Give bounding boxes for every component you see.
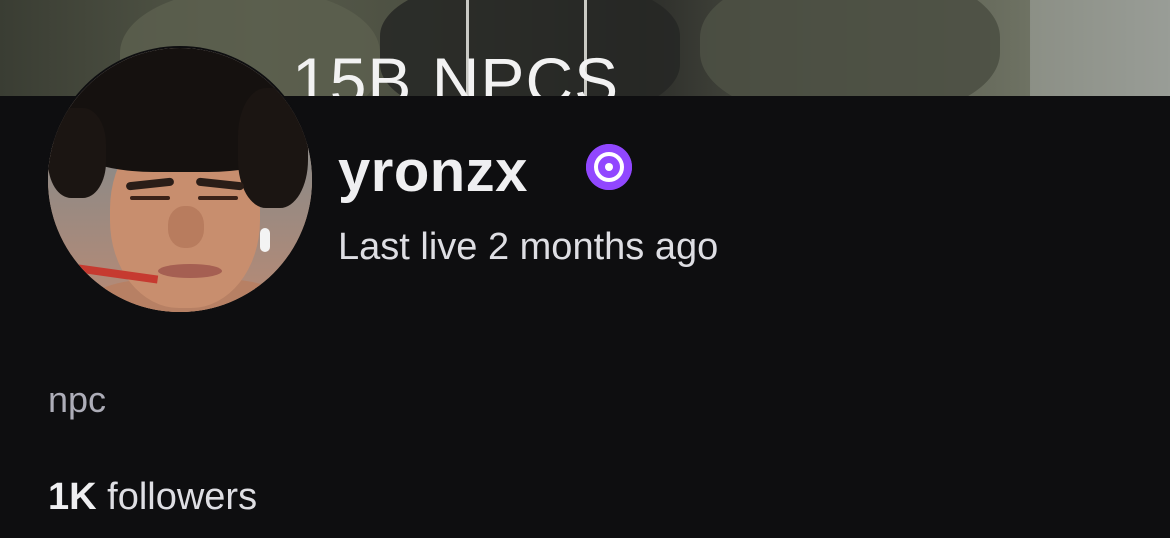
banner-overlay-text: 15B NPCS: [292, 44, 620, 96]
followers-number: 1K: [48, 476, 97, 518]
channel-profile-page: 15B NPCS yronzx Last live 2 months ago n…: [0, 0, 1170, 538]
channel-bio: npc: [48, 379, 107, 420]
last-live-status: Last live 2 months ago: [338, 226, 719, 268]
music-disc-icon[interactable]: [586, 144, 632, 190]
channel-name[interactable]: yronzx: [338, 142, 528, 202]
followers-label: followers: [107, 476, 258, 518]
channel-avatar[interactable]: [48, 48, 312, 312]
followers-count[interactable]: 1K followers: [48, 476, 257, 518]
banner-photo-shape: [1030, 0, 1170, 96]
banner-photo-shape: [700, 0, 1000, 96]
music-disc-icon-glyph: [586, 144, 632, 190]
